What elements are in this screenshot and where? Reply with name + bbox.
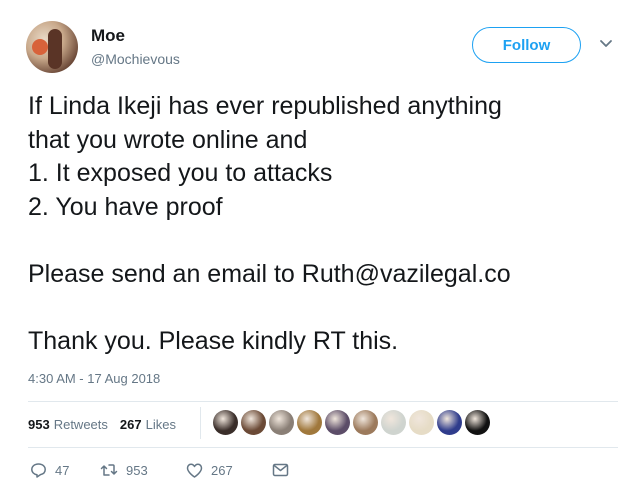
- stats-separator: [200, 407, 201, 439]
- liker-avatar[interactable]: [241, 410, 266, 435]
- divider: [28, 447, 618, 448]
- display-name[interactable]: Moe: [91, 26, 125, 46]
- likes-label[interactable]: Likes: [146, 417, 176, 432]
- retweet-count: 953: [126, 462, 148, 478]
- liker-avatar[interactable]: [353, 410, 378, 435]
- more-options-button[interactable]: [598, 37, 614, 51]
- tweet-line: 2. You have proof: [28, 192, 223, 221]
- reply-button[interactable]: 47: [30, 462, 100, 478]
- liker-avatar[interactable]: [465, 410, 490, 435]
- tweet-line: 1. It exposed you to attacks: [28, 159, 333, 187]
- liker-avatar[interactable]: [437, 410, 462, 435]
- tweet-line: If Linda Ikeji has ever republished anyt…: [28, 92, 502, 120]
- chevron-down-icon: [600, 40, 612, 47]
- follow-button[interactable]: Follow: [472, 27, 581, 63]
- liker-avatar[interactable]: [269, 410, 294, 435]
- liker-avatar[interactable]: [409, 410, 434, 435]
- tweet-line: Thank you. Please kindly RT this.: [28, 326, 399, 355]
- liker-avatars: [213, 410, 493, 435]
- heart-icon: [186, 463, 203, 478]
- likes-count[interactable]: 267: [120, 417, 142, 432]
- tweet-line: that you wrote online and: [28, 125, 308, 154]
- tweet-timestamp[interactable]: 4:30 AM - 17 Aug 2018: [28, 371, 160, 386]
- reply-count: 47: [55, 462, 70, 478]
- like-count: 267: [211, 462, 233, 478]
- user-handle[interactable]: @Mochievous: [91, 51, 180, 67]
- tweet-line: Please send an email to Ruth@vazilegal.c…: [28, 259, 511, 288]
- liker-avatar[interactable]: [325, 410, 350, 435]
- like-button[interactable]: 267: [186, 463, 272, 478]
- retweet-icon: [100, 464, 118, 476]
- direct-message-button[interactable]: [272, 463, 289, 477]
- retweets-count[interactable]: 953: [28, 417, 50, 432]
- retweets-label[interactable]: Retweets: [54, 417, 108, 432]
- envelope-icon: [272, 463, 289, 477]
- divider: [28, 401, 618, 402]
- liker-avatar[interactable]: [381, 410, 406, 435]
- avatar[interactable]: [26, 21, 78, 73]
- retweet-button[interactable]: 953: [100, 463, 186, 478]
- liker-avatar[interactable]: [297, 410, 322, 435]
- tweet-text: If Linda Ikeji has ever republished anyt…: [28, 90, 618, 358]
- tweet-stats: 953 Retweets 267 Likes: [28, 417, 188, 432]
- liker-avatar[interactable]: [213, 410, 238, 435]
- reply-icon: [31, 463, 46, 478]
- tweet-actions: 47 953 267: [30, 462, 289, 478]
